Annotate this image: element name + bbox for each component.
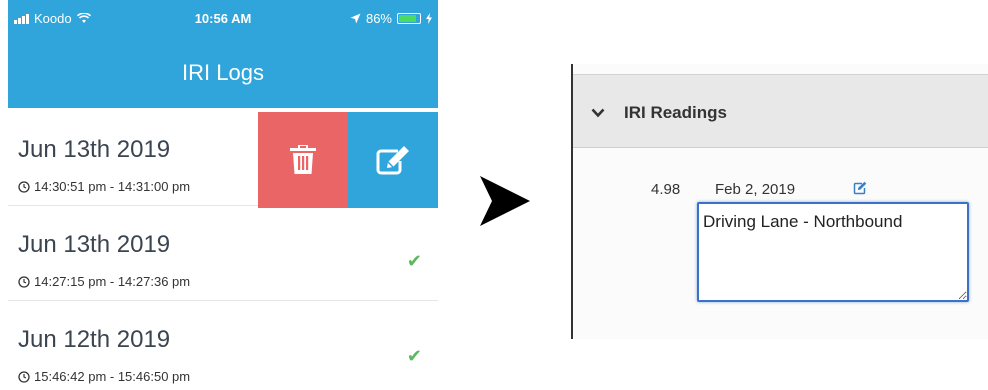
charging-icon [426,13,432,24]
chevron-down-icon[interactable] [591,108,605,118]
clock-icon [18,180,30,193]
page-title: IRI Logs [182,60,264,85]
edit-icon [376,146,409,175]
edit-button[interactable] [348,112,438,208]
mobile-app-screen: Koodo 10:56 AM 86% IRI Logs Jun 13th 201 [8,0,438,390]
status-bar: Koodo 10:56 AM 86% [8,0,438,40]
log-time-range: 14:30:51 pm - 14:31:00 pm [18,179,190,194]
log-row[interactable]: Jun 13th 2019 14:27:15 pm - 14:27:36 pm … [8,207,438,301]
log-time-range: 15:46:42 pm - 15:46:50 pm [18,369,190,384]
log-date: Jun 13th 2019 [18,136,171,163]
trash-icon [290,145,316,174]
check-icon: ✔ [406,346,422,366]
reading-date: Feb 2, 2019 [715,181,796,198]
location-arrow-icon [350,13,361,24]
battery-level [399,15,416,22]
clock-icon [18,370,30,383]
iri-readings-panel: IRI Readings 4.98 Feb 2, 2019 Driving La… [571,64,988,339]
check-icon: ✔ [406,251,422,271]
arrow-right-icon [480,176,530,226]
delete-button[interactable] [258,112,348,208]
log-time-range: 14:27:15 pm - 14:27:36 pm [18,274,190,289]
panel-title: IRI Readings [624,103,727,122]
log-date: Jun 12th 2019 [18,326,171,353]
battery-percent: 86% [365,11,392,26]
panel-header[interactable]: IRI Readings [573,74,988,148]
reading-value: 4.98 [651,181,681,198]
edit-note-icon[interactable] [853,181,867,195]
nav-bar: IRI Logs [8,40,438,108]
log-row[interactable]: Jun 12th 2019 15:46:42 pm - 15:46:50 pm … [8,302,438,390]
log-date: Jun 13th 2019 [18,231,171,258]
clock-icon [18,275,30,288]
note-textarea[interactable]: Driving Lane - Northbound [697,202,969,302]
battery-icon [397,13,421,24]
